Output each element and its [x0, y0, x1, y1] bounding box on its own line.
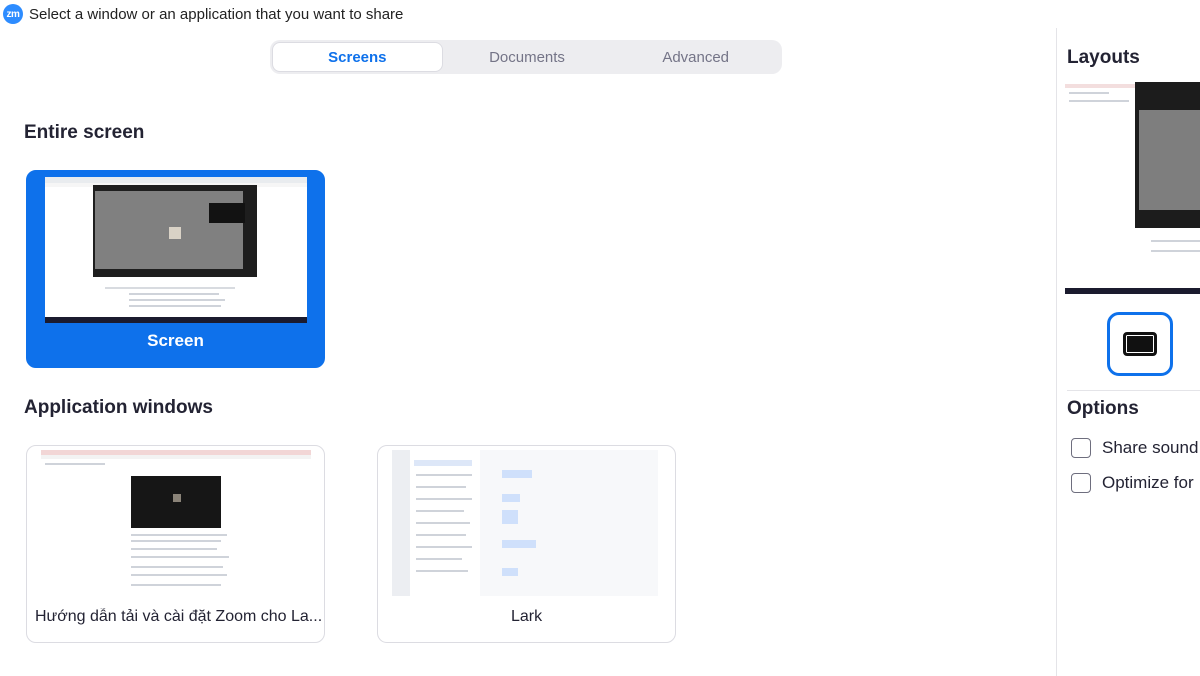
- screen-card[interactable]: Screen: [26, 170, 325, 368]
- app-window-label: Hướng dẫn tải và cài đặt Zoom cho La...: [35, 608, 323, 625]
- options-separator: [1067, 390, 1200, 391]
- app-window-label: Lark: [510, 608, 543, 625]
- screen-layout-icon: [1123, 332, 1157, 356]
- share-sound-checkbox[interactable]: [1071, 438, 1091, 458]
- app-window-thumbnail: [392, 450, 658, 596]
- entire-screen-heading: Entire screen: [24, 122, 145, 143]
- application-windows-heading: Application windows: [24, 397, 213, 418]
- options-heading: Options: [1067, 398, 1139, 419]
- optimize-checkbox[interactable]: [1071, 473, 1091, 493]
- share-tabs: Screens Documents Advanced: [270, 40, 782, 74]
- tab-screens[interactable]: Screens: [272, 42, 443, 72]
- main-panel: Screens Documents Advanced Entire screen…: [0, 28, 1056, 676]
- app-window-card[interactable]: Hướng dẫn tải và cài đặt Zoom cho La...: [26, 445, 325, 643]
- zoom-logo-icon: zm: [3, 4, 23, 24]
- layouts-heading: Layouts: [1067, 47, 1140, 68]
- layout-preview: [1065, 80, 1200, 298]
- share-sound-option[interactable]: Share sound: [1071, 438, 1198, 458]
- screen-card-label: Screen: [147, 331, 204, 350]
- optimize-label: Optimize for: [1102, 473, 1194, 492]
- app-window-card[interactable]: Lark: [377, 445, 676, 643]
- share-sound-label: Share sound: [1102, 438, 1199, 457]
- app-window-thumbnail: [41, 450, 311, 600]
- tab-advanced[interactable]: Advanced: [611, 42, 780, 72]
- screen-thumbnail: [45, 177, 307, 323]
- layout-fullscreen-button[interactable]: [1107, 312, 1173, 376]
- sidebar: Layouts Options Share sound Optimize for: [1057, 28, 1200, 676]
- window-title: Select a window or an application that y…: [29, 5, 404, 23]
- optimize-option[interactable]: Optimize for: [1071, 473, 1194, 493]
- tab-documents[interactable]: Documents: [443, 42, 612, 72]
- title-bar: zm Select a window or an application tha…: [0, 0, 1200, 28]
